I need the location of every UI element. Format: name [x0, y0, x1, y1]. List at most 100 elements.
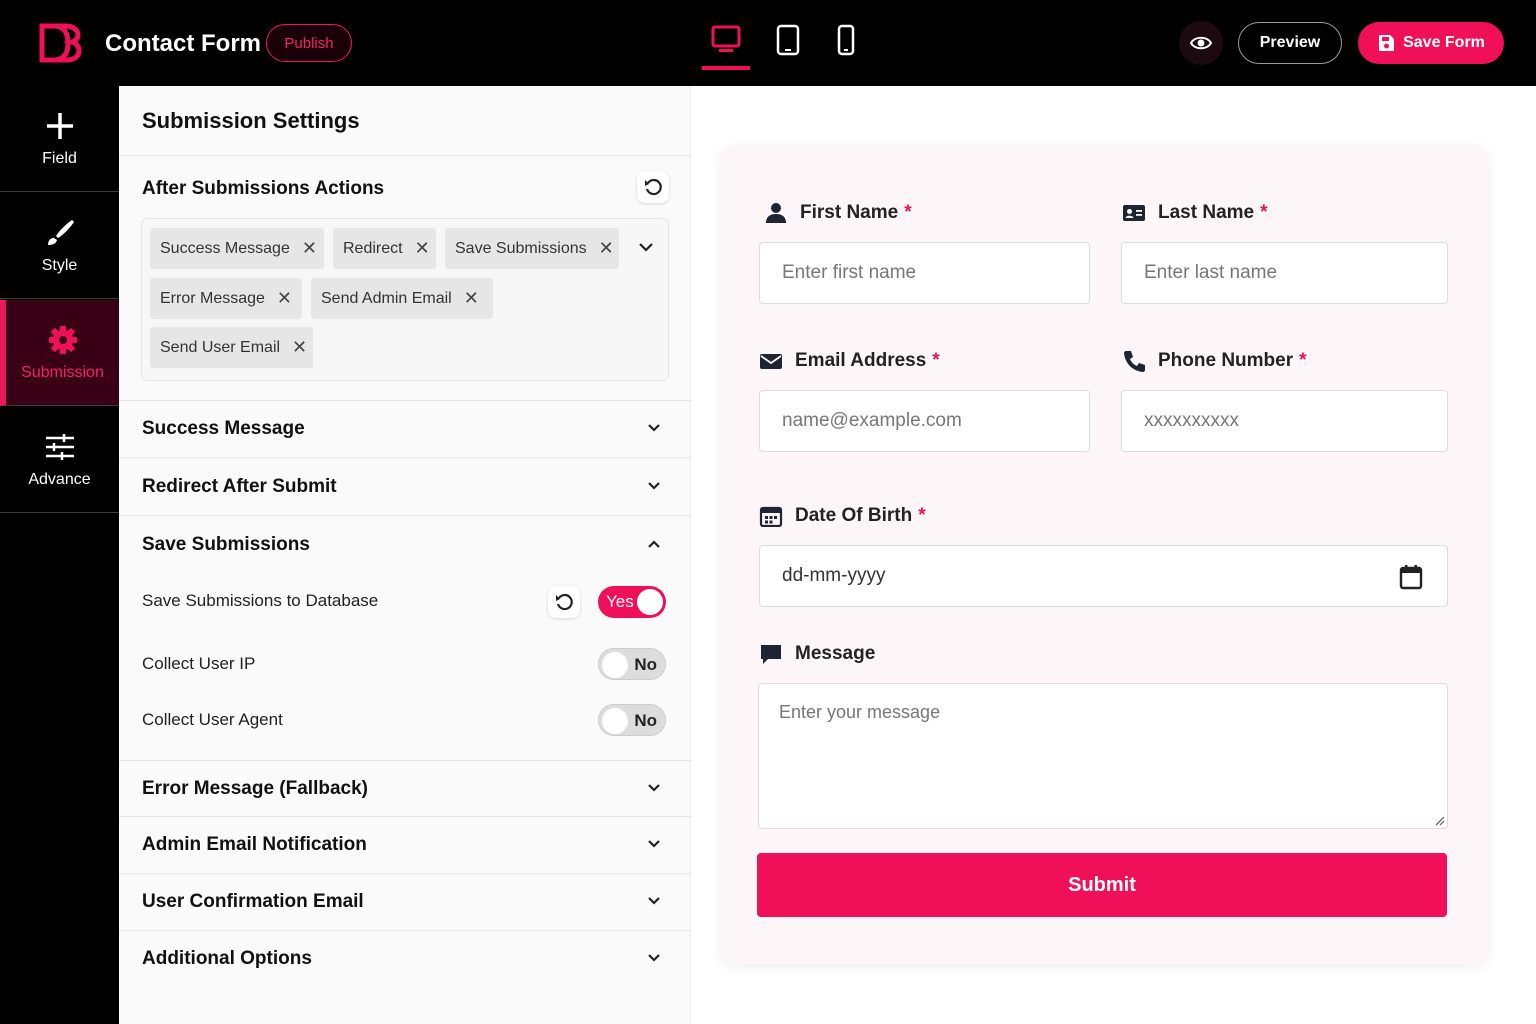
- remove-tag-icon[interactable]: ✕: [599, 238, 614, 259]
- remove-tag-icon[interactable]: ✕: [415, 238, 430, 259]
- divider: [119, 816, 691, 817]
- section-save-submissions[interactable]: Save Submissions: [142, 534, 310, 556]
- phone-input[interactable]: xxxxxxxxxx: [1121, 390, 1448, 452]
- toggle-label: No: [634, 655, 657, 674]
- section-additional-options[interactable]: Additional Options: [142, 948, 312, 970]
- user-icon: [766, 203, 786, 223]
- tag-success-message: Success Message ✕: [150, 228, 324, 269]
- tag-send-user-email: Send User Email ✕: [150, 327, 313, 368]
- actions-multiselect[interactable]: Success Message ✕ Redirect ✕ Save Submissi…: [141, 218, 669, 381]
- desktop-icon: [711, 25, 741, 52]
- brush-icon: [47, 219, 74, 245]
- chevron-down-icon[interactable]: [644, 476, 664, 496]
- divider: [119, 760, 691, 761]
- phone-icon: [1124, 351, 1145, 372]
- nav-item-label: Submission: [21, 363, 104, 381]
- eye-icon: [1190, 36, 1212, 50]
- message-textarea[interactable]: Enter your message: [758, 683, 1448, 829]
- left-nav: Field Style Submission Advance: [0, 86, 119, 1024]
- first-name-input[interactable]: Enter first name: [759, 242, 1090, 304]
- divider: [119, 457, 691, 458]
- chevron-down-icon[interactable]: [644, 891, 664, 911]
- section-admin-email[interactable]: Admin Email Notification: [142, 834, 367, 856]
- tag-label: Error Message: [160, 289, 265, 307]
- calendar-picker-icon[interactable]: [1399, 564, 1423, 590]
- after-actions-heading: After Submissions Actions: [142, 178, 385, 199]
- divider: [119, 400, 691, 401]
- section-user-email[interactable]: User Confirmation Email: [142, 891, 364, 913]
- message-label-text: Message: [795, 643, 876, 664]
- divider: [119, 155, 691, 156]
- nav-item-label: Field: [42, 149, 77, 167]
- nav-item-label: Advance: [28, 470, 91, 488]
- preview-button[interactable]: Preview: [1238, 22, 1342, 64]
- reset-save-database-button[interactable]: [548, 586, 580, 618]
- reset-actions-button[interactable]: [637, 171, 669, 203]
- section-redirect[interactable]: Redirect After Submit: [142, 476, 337, 498]
- divider: [119, 515, 691, 516]
- gear-icon: [48, 325, 77, 354]
- email-label: Email Address *: [759, 350, 940, 372]
- dob-input[interactable]: dd-mm-yyyy: [759, 545, 1448, 607]
- message-label: Message: [759, 643, 875, 665]
- tag-error-message: Error Message ✕: [150, 278, 302, 319]
- save-form-button[interactable]: Save Form: [1358, 22, 1504, 64]
- chevron-down-icon[interactable]: [636, 237, 656, 257]
- divider: [119, 873, 691, 874]
- section-success-message[interactable]: Success Message: [142, 418, 305, 440]
- save-to-database-toggle[interactable]: Yes: [598, 586, 666, 618]
- message-placeholder: Enter your message: [779, 702, 941, 722]
- required-marker: *: [904, 202, 912, 223]
- chevron-up-icon[interactable]: [644, 534, 664, 554]
- collect-agent-label: Collect User Agent: [142, 710, 283, 729]
- nav-item-field[interactable]: Field: [0, 86, 119, 192]
- floppy-icon: [1379, 35, 1395, 51]
- plus-icon: [46, 112, 73, 139]
- tag-redirect: Redirect ✕: [333, 228, 436, 269]
- tag-label: Success Message: [160, 239, 290, 257]
- tablet-icon: [776, 24, 800, 56]
- tag-save-submissions: Save Submissions ✕: [445, 228, 619, 269]
- chevron-down-icon[interactable]: [644, 778, 664, 798]
- submit-button[interactable]: Submit: [757, 853, 1447, 917]
- collect-agent-toggle[interactable]: No: [598, 704, 666, 736]
- resize-handle-icon[interactable]: [1433, 814, 1445, 826]
- nav-item-advance[interactable]: Advance: [0, 407, 119, 513]
- desktop-view-button[interactable]: [702, 24, 750, 70]
- last-name-label: Last Name *: [1122, 202, 1268, 224]
- required-marker: *: [1260, 202, 1268, 223]
- panel-title: Submission Settings: [142, 108, 360, 133]
- last-name-input[interactable]: Enter last name: [1121, 242, 1448, 304]
- dob-label-text: Date Of Birth: [795, 505, 913, 526]
- remove-tag-icon[interactable]: ✕: [292, 337, 307, 358]
- visibility-button[interactable]: [1179, 21, 1223, 65]
- chevron-down-icon[interactable]: [644, 418, 664, 438]
- toggle-knob: [602, 652, 628, 678]
- section-error-message[interactable]: Error Message (Fallback): [142, 778, 368, 800]
- toggle-label: No: [634, 711, 657, 730]
- collect-ip-toggle[interactable]: No: [598, 648, 666, 680]
- status-badge[interactable]: Publish: [266, 24, 352, 62]
- last-name-label-text: Last Name: [1158, 202, 1255, 223]
- mobile-view-button[interactable]: [822, 24, 870, 70]
- nav-item-style[interactable]: Style: [0, 193, 119, 299]
- remove-tag-icon[interactable]: ✕: [302, 238, 317, 259]
- chevron-down-icon[interactable]: [644, 948, 664, 968]
- top-bar: Contact Form Publish Preview Save Form: [0, 0, 1536, 86]
- undo-icon: [645, 178, 662, 196]
- remove-tag-icon[interactable]: ✕: [464, 288, 479, 309]
- required-marker: *: [918, 505, 926, 526]
- chevron-down-icon[interactable]: [644, 834, 664, 854]
- email-input[interactable]: name@example.com: [759, 390, 1090, 452]
- logo-icon: [39, 23, 82, 63]
- first-name-label-text: First Name: [800, 202, 899, 223]
- tag-label: Send User Email: [160, 338, 281, 356]
- email-label-text: Email Address: [795, 350, 927, 371]
- remove-tag-icon[interactable]: ✕: [277, 288, 292, 309]
- tablet-view-button[interactable]: [764, 24, 812, 70]
- envelope-icon: [760, 354, 782, 369]
- id-card-icon: [1123, 205, 1145, 221]
- toggle-label: Yes: [606, 592, 634, 611]
- toggle-knob: [637, 589, 663, 615]
- nav-item-submission[interactable]: Submission: [0, 300, 119, 406]
